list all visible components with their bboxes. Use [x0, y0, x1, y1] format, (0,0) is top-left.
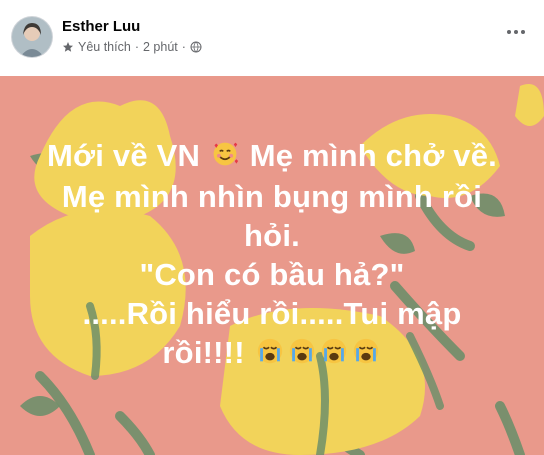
audience-label[interactable]: Yêu thích [78, 40, 131, 54]
post-line-1: Mới về VN Mẹ mình chở về. [0, 136, 544, 177]
globe-icon[interactable] [190, 41, 202, 53]
post-text: Mới về VN Mẹ mình chở về. Mẹ mình nhìn b… [0, 136, 544, 375]
loudly-crying-face-icon [255, 336, 285, 375]
post-line-4: "Con có bầu hả?" [139, 257, 405, 293]
star-icon [62, 41, 74, 53]
post-background: Mới về VN Mẹ mình chở về. Mẹ mình nhìn b… [0, 76, 544, 455]
smiling-face-with-hearts-icon [211, 138, 239, 177]
more-options-icon[interactable] [504, 22, 528, 42]
post-line-3: hỏi. [244, 218, 300, 254]
post-line-6: rồi!!!! [0, 333, 544, 374]
meta-separator: · [134, 40, 139, 54]
separator-2: · [181, 40, 186, 54]
author-name[interactable]: Esther Luu [62, 18, 140, 35]
post-line-2: Mẹ mình nhìn bụng mình rồi [61, 179, 483, 215]
avatar[interactable] [12, 17, 52, 57]
post-header: Esther Luu Yêu thích · 2 phút · [0, 0, 544, 76]
post-line-5: .....Rồi hiểu rồi.....Tui mập [82, 296, 462, 332]
post-time[interactable]: 2 phút [143, 40, 178, 54]
loudly-crying-face-icon [351, 336, 381, 375]
loudly-crying-face-icon [287, 336, 317, 375]
loudly-crying-face-icon [319, 336, 349, 375]
post-meta: Yêu thích · 2 phút · [62, 40, 202, 54]
